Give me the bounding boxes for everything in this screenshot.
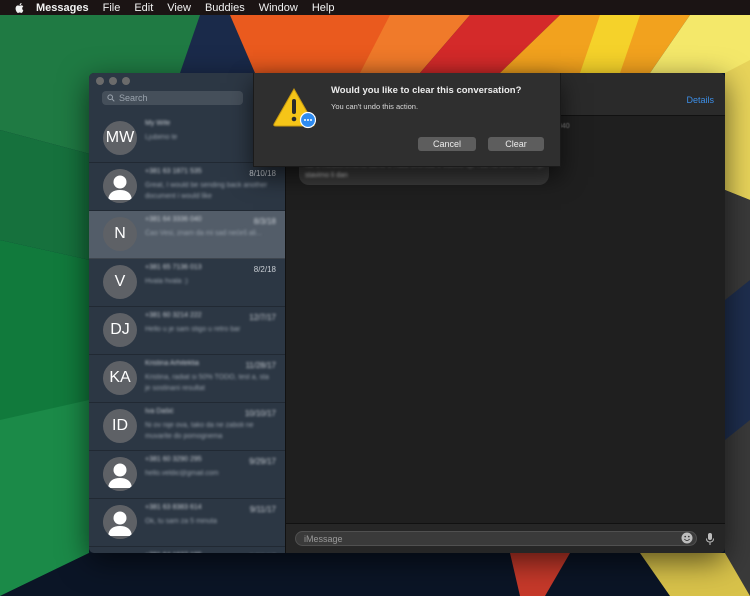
conversation-date: 8/2/18 [253, 265, 276, 274]
menu-bar: Messages File Edit View Buddies Window H… [0, 0, 750, 15]
zoom-window-button[interactable] [122, 77, 130, 85]
avatar: DJ [103, 313, 137, 347]
menu-view[interactable]: View [167, 2, 191, 14]
person-silhouette-icon [103, 169, 137, 203]
menu-window[interactable]: Window [259, 2, 298, 14]
conversation-date: 8/10/18 [249, 169, 276, 178]
conversation-preview: Ok, tu sam za 5 minuta [145, 518, 217, 525]
avatar-initials: DJ [110, 321, 130, 338]
apple-logo-icon[interactable] [14, 2, 26, 14]
conversation-date: 11/28/17 [245, 361, 276, 370]
conversation-item[interactable]: +381 64 1637 1958/23/17 [89, 547, 285, 553]
conversation-preview: Hvala hvala :) [145, 278, 188, 285]
window-controls [96, 77, 130, 85]
conversation-item[interactable]: V +381 65 7136 013 8/2/18 Hvala hvala :) [89, 259, 285, 307]
conversation-name: My Wife [145, 120, 171, 127]
conversation-name: +381 60 3214 222 [145, 312, 202, 319]
conversation-preview: hello.veldic@gmail.com [145, 470, 219, 477]
microphone-icon[interactable] [705, 532, 715, 546]
conversation-item[interactable]: ID Iva Dašić 10/10/17 Ni ov nije ova, tako … [89, 403, 285, 451]
minimize-window-button[interactable] [109, 77, 117, 85]
conversation-name: +381 64 3336 040 [145, 216, 202, 223]
conversation-name: +381 65 7136 013 [145, 264, 202, 271]
conversation-name: +381 63 8383 614 [145, 504, 202, 511]
conversation-item[interactable]: KA Kristina Arhitektia 11/28/17 Kristina, r… [89, 355, 285, 403]
avatar: KA [103, 361, 137, 395]
conversation-name: Kristina Arhitektia [145, 360, 200, 367]
clear-conversation-dialog: Would you like to clear this conversatio… [253, 73, 561, 167]
conversation-date: 9/11/17 [249, 505, 276, 514]
conversation-name: Iva Dašić [145, 408, 174, 415]
menu-buddies[interactable]: Buddies [205, 2, 245, 14]
conversation-item[interactable]: +381 60 3290 295 9/29/17 hello.veldic@gmai… [89, 451, 285, 499]
message-input[interactable]: iMessage [295, 531, 697, 546]
conversation-item[interactable]: +381 63 8383 614 9/11/17 Ok, tu sam za 5 m… [89, 499, 285, 547]
search-placeholder: Search [119, 93, 148, 103]
menu-app-name[interactable]: Messages [36, 2, 89, 14]
conversation-name: +381 64 1637 195 [145, 552, 202, 553]
avatar: MW [103, 121, 137, 155]
avatar-initials: V [114, 273, 126, 290]
search-icon [107, 94, 115, 102]
message-input-placeholder: iMessage [304, 533, 343, 544]
person-silhouette-icon [103, 505, 137, 539]
conversation-item[interactable]: +381 63 1871 535 8/10/18 Great, I would be… [89, 163, 285, 211]
conversation-item[interactable]: N +381 64 3336 040 8/3/18 Ćao Vesi, znam da… [89, 211, 285, 259]
conversation-item[interactable]: DJ +381 60 3214 222 12/7/17 Hello u je sam … [89, 307, 285, 355]
clear-button[interactable]: Clear [488, 137, 544, 151]
avatar-initials: KA [109, 369, 131, 386]
avatar-initials: N [114, 225, 126, 242]
conversation-preview: Ćao Vesi, znam da mi sad nećeš ali... [145, 230, 262, 237]
conversation-preview: Hello u je sam stigo u retro bar [145, 326, 241, 333]
person-silhouette-icon [103, 457, 137, 491]
avatar: N [103, 217, 137, 251]
conversation-date: 10/10/17 [244, 409, 276, 418]
avatar: ID [103, 409, 137, 443]
menu-edit[interactable]: Edit [134, 2, 153, 14]
dialog-title: Would you like to clear this conversatio… [331, 85, 522, 96]
search-input[interactable]: Search [102, 91, 243, 105]
cancel-button[interactable]: Cancel [418, 137, 476, 151]
avatar-initials: ID [112, 417, 128, 434]
conversation-preview: Kristina, radiat si 50% TODO, test a, st… [145, 374, 269, 392]
conversation-date: 9/29/17 [249, 457, 276, 466]
conversation-date: 8/3/18 [253, 217, 276, 226]
menu-file[interactable]: File [103, 2, 121, 14]
conversation-name: +381 60 3290 295 [145, 456, 202, 463]
conversation-name: +381 63 1871 535 [145, 168, 202, 175]
conversation-preview: Ni ov nije ova, tako da ne zaboli ne muv… [145, 422, 254, 440]
warning-icon [273, 87, 316, 129]
conversation-preview: Great, I would be sending back another d… [145, 182, 268, 200]
avatar-initials: MW [105, 129, 135, 146]
details-button[interactable]: Details [686, 95, 714, 105]
conversation-list: MWMy Wife11Ljubimo te+381 63 1871 5358/1… [89, 115, 285, 553]
conversation-date: 12/7/17 [249, 313, 276, 322]
close-window-button[interactable] [96, 77, 104, 85]
dialog-message: You can't undo this action. [331, 102, 419, 111]
menu-help[interactable]: Help [312, 2, 335, 14]
emoji-icon[interactable] [681, 532, 693, 544]
avatar: V [103, 265, 137, 299]
message-composer: iMessage [286, 523, 725, 553]
